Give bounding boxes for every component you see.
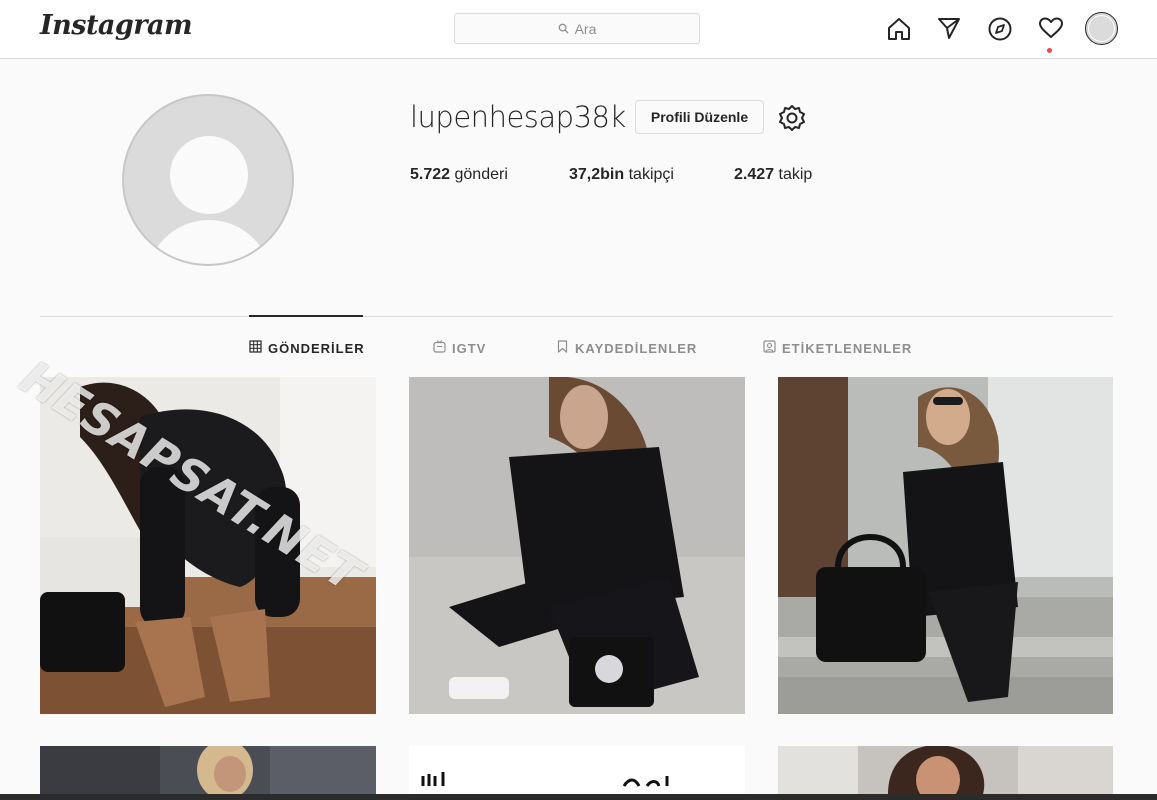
search-placeholder: Ara <box>574 20 597 37</box>
stat-following[interactable]: 2.427 takip <box>734 166 812 184</box>
explore-icon[interactable] <box>985 14 1015 44</box>
activity-heart-icon[interactable] <box>1036 13 1066 43</box>
tab-tagged-label: ETİKETLENENLER <box>782 340 913 356</box>
stat-posts: 5.722 gönderi <box>410 166 508 183</box>
instagram-logo[interactable]: Instagram <box>40 10 193 41</box>
settings-gear-icon[interactable] <box>777 103 807 133</box>
taskbar-strip <box>0 794 1157 800</box>
tab-igtv[interactable]: IGTV <box>433 340 486 356</box>
post-tile[interactable] <box>409 377 745 714</box>
direct-message-icon[interactable] <box>934 13 964 43</box>
post-tile[interactable] <box>778 377 1113 714</box>
tab-tagged[interactable]: ETİKETLENENLER <box>763 340 912 356</box>
tag-icon <box>763 340 776 356</box>
profile-avatar-icon[interactable] <box>1085 12 1118 45</box>
search-icon <box>558 21 569 37</box>
stat-followers[interactable]: 37,2bin takipçi <box>569 166 674 184</box>
tab-posts-label: GÖNDERİLER <box>268 340 365 356</box>
top-navigation-bar: Instagram Ara <box>0 0 1157 59</box>
tab-igtv-label: IGTV <box>452 340 487 356</box>
post-tile[interactable] <box>409 746 745 794</box>
post-tile[interactable] <box>778 746 1113 794</box>
tab-posts[interactable]: GÖNDERİLER <box>249 340 365 356</box>
tab-saved[interactable]: KAYDEDİLENLER <box>556 340 697 356</box>
tabs-divider <box>40 316 1113 317</box>
bookmark-icon <box>556 340 569 356</box>
post-tile[interactable] <box>40 746 376 794</box>
tv-icon <box>433 340 446 356</box>
edit-profile-button[interactable]: Profili Düzenle <box>635 100 764 134</box>
tab-saved-label: KAYDEDİLENLER <box>575 340 698 356</box>
grid-icon <box>249 340 262 356</box>
profile-username: lupenhesap38k <box>410 100 626 134</box>
profile-picture[interactable] <box>122 94 294 266</box>
notification-dot <box>1047 48 1052 53</box>
search-input[interactable]: Ara <box>454 13 700 44</box>
home-icon[interactable] <box>884 14 914 44</box>
active-tab-indicator <box>249 315 363 317</box>
